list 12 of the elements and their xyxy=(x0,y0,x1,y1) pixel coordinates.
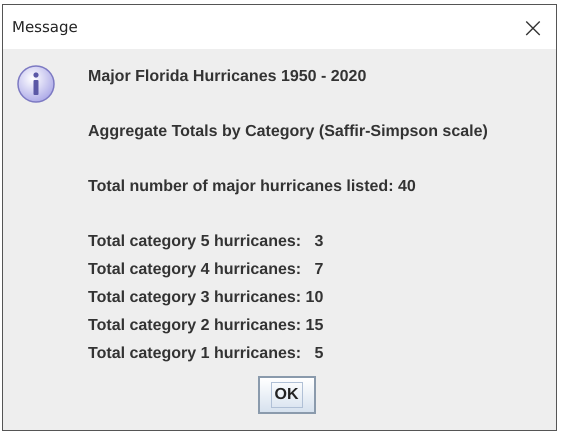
message-text: Total category 3 hurricanes: 10 xyxy=(88,288,324,308)
close-button[interactable]: × xyxy=(510,5,556,49)
message-text: Aggregate Totals by Category (Saffir-Simpson scale) xyxy=(88,122,488,142)
message-text: Total category 4 hurricanes: 7 xyxy=(88,260,324,280)
window-title: Message xyxy=(12,18,78,36)
message-text: Total number of major hurricanes listed: 40 xyxy=(88,177,417,197)
info-icon xyxy=(16,64,56,104)
message-text: Total category 2 hurricanes: 15 xyxy=(88,316,324,336)
message-text: Major Florida Hurricanes 1950 - 2020 xyxy=(88,67,368,87)
ok-button[interactable]: OK xyxy=(258,376,316,414)
message-text: Total category 1 hurricanes: 5 xyxy=(88,344,324,364)
message-text: Total category 5 hurricanes: 3 xyxy=(88,232,324,252)
